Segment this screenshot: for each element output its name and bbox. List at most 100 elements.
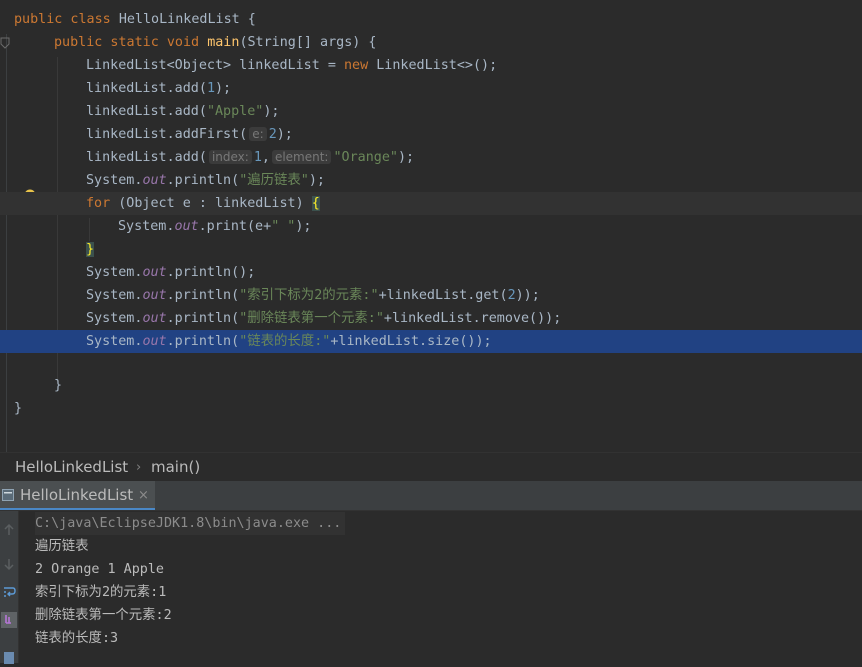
keyword: new: [343, 58, 369, 73]
code-editor[interactable]: public class HelloLinkedList { public st…: [0, 0, 862, 452]
code-line[interactable]: System.out.print(e+" ");: [0, 215, 862, 238]
code-text: .println(: [166, 288, 240, 303]
code-text: (String[] args) {: [239, 35, 377, 50]
code-text: System.: [86, 311, 143, 326]
console-line-command: C:\java\EclipseJDK1.8\bin\java.exe ...: [35, 512, 346, 535]
code-line-current[interactable]: for (Object e : linkedList) {: [0, 192, 862, 215]
string-literal: "Apple": [206, 104, 264, 119]
code-text: System.: [86, 334, 143, 349]
keyword: for: [86, 196, 111, 211]
console-line: 删除链表第一个元素:2: [35, 608, 172, 623]
number-literal: 2: [507, 288, 516, 303]
code-line[interactable]: }: [0, 374, 862, 397]
code-text: .println(: [166, 173, 240, 188]
arrow-up-icon[interactable]: [0, 521, 18, 539]
field-name: out: [142, 173, 167, 188]
code-text: System.: [86, 173, 143, 188]
code-text: );: [295, 219, 312, 234]
soft-wrap-icon[interactable]: [0, 583, 18, 601]
scroll-to-end-icon[interactable]: [0, 611, 18, 629]
breadcrumb-separator: ›: [136, 460, 142, 475]
code-text: LinkedList<Object> linkedList =: [86, 58, 344, 73]
close-icon[interactable]: ×: [138, 481, 149, 510]
code-text: System.: [86, 265, 143, 280]
console-output[interactable]: C:\java\EclipseJDK1.8\bin\java.exe ... 遍…: [19, 511, 862, 663]
code-line[interactable]: linkedList.add(1);: [0, 77, 862, 100]
code-text: linkedList.add(: [86, 81, 207, 96]
code-text: .print(e+: [198, 219, 272, 234]
string-literal: "链表的长度:": [239, 334, 331, 349]
field-name: out: [142, 311, 167, 326]
parameter-hint: e:: [249, 127, 267, 141]
code-text: ));: [515, 288, 540, 303]
code-text: +linkedList.get(: [378, 288, 508, 303]
code-line[interactable]: System.out.println("遍历链表");: [0, 169, 862, 192]
console-line: 链表的长度:3: [35, 631, 119, 646]
run-tab-label: HelloLinkedList: [20, 486, 134, 504]
console-line: 遍历链表: [35, 539, 89, 554]
keyword: public static void: [54, 35, 208, 50]
run-toolbar: [0, 511, 19, 664]
code-text: );: [215, 81, 232, 96]
code-text: (Object e : linkedList): [110, 196, 312, 211]
code-line[interactable]: System.out.println("删除链表第一个元素:"+linkedLi…: [0, 307, 862, 330]
code-line[interactable]: }: [0, 238, 862, 261]
breadcrumb: HelloLinkedList › main(): [0, 452, 862, 482]
code-line-selected[interactable]: System.out.println("链表的长度:"+linkedList.s…: [0, 330, 862, 353]
string-literal: " ": [271, 219, 296, 234]
parameter-hint: element:: [271, 150, 332, 164]
code-line[interactable]: public static void main(String[] args) {: [0, 31, 862, 54]
run-config-icon: [2, 489, 14, 501]
code-text: {: [239, 12, 256, 27]
run-tool-window-header: HelloLinkedList ×: [0, 481, 862, 511]
matched-brace: {: [311, 196, 320, 211]
number-literal: 1: [206, 81, 215, 96]
field-name: out: [142, 265, 167, 280]
code-text: );: [263, 104, 280, 119]
code-line[interactable]: System.out.println();: [0, 261, 862, 284]
code-text: }: [54, 378, 63, 393]
matched-brace: }: [86, 242, 95, 257]
code-line[interactable]: linkedList.addFirst(e: 2);: [0, 123, 862, 146]
keyword: public class: [14, 12, 119, 27]
breadcrumb-item-method[interactable]: main(): [151, 453, 200, 482]
console-line: 索引下标为2的元素:1: [35, 585, 167, 600]
code-text: .println(: [166, 311, 240, 326]
code-text: +linkedList.size());: [330, 334, 492, 349]
code-text: linkedList.addFirst(: [86, 127, 248, 142]
run-tab[interactable]: HelloLinkedList ×: [0, 481, 155, 510]
code-text: .println();: [166, 265, 256, 280]
code-text: LinkedList<>();: [368, 58, 498, 73]
code-text: linkedList.add(: [86, 150, 207, 165]
code-text: System.: [118, 219, 175, 234]
code-line[interactable]: linkedList.add(index: 1, element: "Orange")…: [0, 146, 862, 169]
string-literal: "遍历链表": [239, 173, 309, 188]
method-name: main: [207, 35, 240, 50]
breadcrumb-item-class[interactable]: HelloLinkedList: [15, 453, 128, 482]
class-name: HelloLinkedList: [118, 12, 240, 27]
code-line[interactable]: public class HelloLinkedList {: [0, 8, 862, 31]
string-literal: "索引下标为2的元素:": [239, 288, 379, 303]
parameter-hint: index:: [208, 150, 252, 164]
field-name: out: [174, 219, 199, 234]
field-name: out: [142, 288, 167, 303]
code-text: System.: [86, 288, 143, 303]
code-text: ,: [261, 150, 270, 165]
print-icon[interactable]: [0, 649, 18, 667]
code-text: }: [14, 401, 23, 416]
code-text: linkedList.add(: [86, 104, 207, 119]
number-literal: 2: [268, 127, 277, 142]
field-name: out: [142, 334, 167, 349]
number-literal: 1: [253, 150, 262, 165]
code-text: .println(: [166, 334, 240, 349]
code-line[interactable]: linkedList.add("Apple");: [0, 100, 862, 123]
code-text: );: [276, 127, 293, 142]
code-text: );: [397, 150, 415, 165]
arrow-down-icon[interactable]: [0, 555, 18, 573]
code-line[interactable]: }: [0, 397, 862, 420]
code-text: +linkedList.remove());: [383, 311, 562, 326]
code-line[interactable]: LinkedList<Object> linkedList = new Link…: [0, 54, 862, 77]
console-line: 2 Orange 1 Apple: [35, 562, 164, 577]
code-line[interactable]: System.out.println("索引下标为2的元素:"+linkedLi…: [0, 284, 862, 307]
code-text: );: [308, 173, 325, 188]
